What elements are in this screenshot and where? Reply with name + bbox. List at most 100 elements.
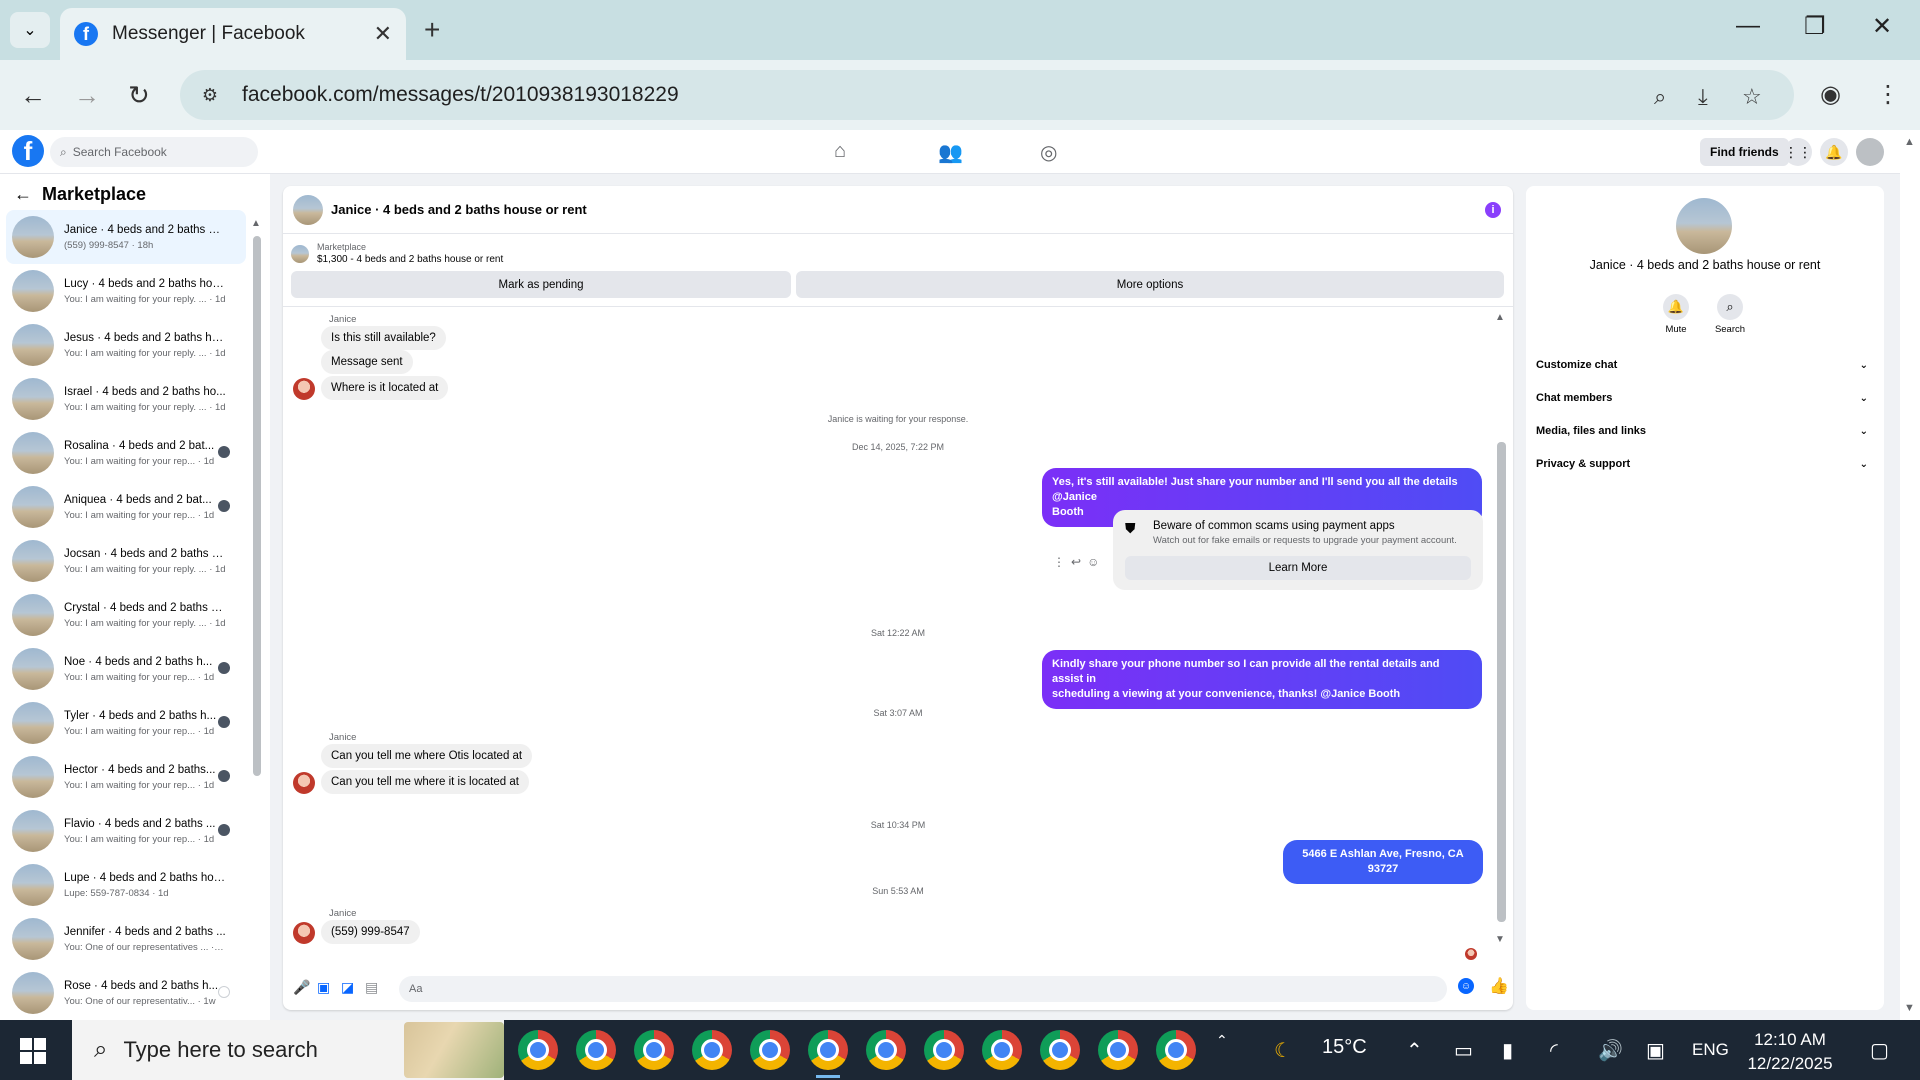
scroll-up-icon[interactable]: ▲ xyxy=(1904,136,1915,148)
windows-start-icon[interactable] xyxy=(20,1038,46,1064)
mark-as-pending-button[interactable]: Mark as pending xyxy=(291,271,791,298)
like-thumbs-up-icon[interactable]: 👍 xyxy=(1489,976,1509,996)
conversation-item[interactable]: Hector · 4 beds and 2 baths... You: I am … xyxy=(6,750,246,804)
conversation-item[interactable]: Jesus · 4 beds and 2 baths ho... You: I a… xyxy=(6,318,246,372)
conversation-item[interactable]: Tyler · 4 beds and 2 baths h... You: I am… xyxy=(6,696,246,750)
forward-icon[interactable]: → xyxy=(74,80,100,111)
zoom-icon[interactable]: ⌕ xyxy=(1654,84,1666,110)
chat-title[interactable]: Janice · 4 beds and 2 baths house or ren… xyxy=(331,202,587,217)
language-indicator[interactable]: ENG xyxy=(1692,1040,1729,1060)
photo-icon[interactable]: ▣ xyxy=(317,979,330,996)
scroll-down-icon[interactable]: ▼ xyxy=(1495,934,1505,945)
info-icon[interactable]: i xyxy=(1485,202,1501,218)
temperature[interactable]: 15°C xyxy=(1322,1036,1367,1059)
conversation-item[interactable]: Flavio · 4 beds and 2 baths ... You: I am… xyxy=(6,804,246,858)
friends-icon[interactable]: 👥 xyxy=(938,140,963,165)
install-app-icon[interactable]: ⤓ xyxy=(1698,84,1708,110)
conversation-item[interactable]: Janice · 4 beds and 2 baths ho... (559) 9… xyxy=(6,210,246,264)
minimize-icon[interactable]: — xyxy=(1736,12,1760,40)
privacy-support-item[interactable]: Privacy & support ⌄ xyxy=(1536,453,1876,475)
reload-icon[interactable]: ↻ xyxy=(128,80,150,111)
outgoing-message[interactable]: Kindly share your phone number so I can … xyxy=(1042,650,1482,709)
chrome-icon[interactable] xyxy=(518,1030,558,1070)
scroll-up-icon[interactable]: ▲ xyxy=(251,218,261,229)
chat-members-item[interactable]: Chat members ⌄ xyxy=(1536,387,1876,409)
page-scrollbar[interactable]: ▲ ▼ xyxy=(1900,130,1920,1020)
listing-info[interactable]: Marketplace $1,300 - 4 beds and 2 baths … xyxy=(291,242,503,265)
new-tab-button[interactable]: + xyxy=(424,14,440,46)
incoming-message[interactable]: (559) 999-8547 xyxy=(321,920,420,944)
react-icon[interactable]: ☺ xyxy=(1087,555,1105,569)
close-window-icon[interactable]: ✕ xyxy=(1872,12,1892,41)
chrome-icon[interactable] xyxy=(750,1030,790,1070)
groups-icon[interactable]: ◎ xyxy=(1040,140,1057,165)
incoming-message[interactable]: Where is it located at xyxy=(321,376,449,400)
weather-moon-icon[interactable]: ☾ xyxy=(1274,1038,1292,1063)
restore-icon[interactable]: ❐ xyxy=(1804,12,1826,41)
conversation-item[interactable]: Jocsan · 4 beds and 2 baths h... You: I a… xyxy=(6,534,246,588)
taskbar-clock[interactable]: 12:10 AM 12/22/2025 xyxy=(1730,1028,1850,1076)
conversation-item[interactable]: Jennifer · 4 beds and 2 baths ... You: On… xyxy=(6,912,246,966)
chrome-icon[interactable] xyxy=(1040,1030,1080,1070)
scroll-down-icon[interactable]: ▼ xyxy=(1904,1002,1915,1014)
chrome-icon[interactable] xyxy=(924,1030,964,1070)
close-tab-icon[interactable]: ✕ xyxy=(374,21,392,47)
conversation-item[interactable]: Rosalina · 4 beds and 2 bat... You: I am … xyxy=(6,426,246,480)
chat-scrollbar[interactable]: ▲ ▼ xyxy=(1495,312,1507,952)
notification-center-icon[interactable]: ▢ xyxy=(1870,1038,1889,1063)
incoming-message[interactable]: Message sent xyxy=(321,350,413,374)
learn-more-button[interactable]: Learn More xyxy=(1125,556,1471,580)
battery-icon[interactable]: ▮ xyxy=(1502,1038,1513,1063)
back-icon[interactable]: ← xyxy=(20,80,46,111)
outgoing-message[interactable]: 5466 E Ashlan Ave, Fresno, CA 93727 xyxy=(1283,840,1483,884)
home-icon[interactable]: ⌂ xyxy=(834,140,846,163)
sender-avatar[interactable] xyxy=(293,922,315,944)
chrome-icon[interactable] xyxy=(634,1030,674,1070)
reply-icon[interactable]: ↩ xyxy=(1071,555,1087,569)
sender-avatar[interactable] xyxy=(293,772,315,794)
media-files-links-item[interactable]: Media, files and links ⌄ xyxy=(1536,420,1876,442)
conversation-item[interactable]: Rose · 4 beds and 2 baths h... You: One o… xyxy=(6,966,246,1020)
microphone-icon[interactable]: 🎤 xyxy=(293,979,310,996)
taskbar-overflow-icon[interactable]: ⌃ xyxy=(1216,1032,1228,1049)
browser-tab[interactable]: f Messenger | Facebook ✕ xyxy=(60,8,406,60)
sidebar-scroll-thumb[interactable] xyxy=(253,236,261,776)
account-avatar[interactable] xyxy=(1856,138,1884,166)
show-hidden-icons-icon[interactable]: ⌃ xyxy=(1406,1038,1423,1063)
conversation-item[interactable]: Aniquea · 4 beds and 2 bat... You: I am w… xyxy=(6,480,246,534)
tab-search-button[interactable]: ⌄ xyxy=(10,12,50,48)
emoji-icon[interactable]: ☺ xyxy=(1458,978,1474,994)
sticker-icon[interactable]: ◪ xyxy=(341,979,354,996)
profile-avatar[interactable] xyxy=(1676,198,1732,254)
bookmark-star-icon[interactable]: ☆ xyxy=(1742,84,1762,110)
screen-icon[interactable]: ▭ xyxy=(1454,1038,1473,1063)
notifications-icon[interactable]: 🔔 xyxy=(1820,138,1848,166)
conversation-item[interactable]: Lucy · 4 beds and 2 baths hou... You: I a… xyxy=(6,264,246,318)
gif-icon[interactable]: ▤ xyxy=(365,979,378,996)
facebook-search-input[interactable]: ⌕ Search Facebook xyxy=(50,137,258,167)
chrome-icon[interactable] xyxy=(692,1030,732,1070)
facebook-logo-icon[interactable]: f xyxy=(12,135,44,167)
incoming-message[interactable]: Can you tell me where Otis located at xyxy=(321,744,533,768)
more-options-button[interactable]: More options xyxy=(796,271,1504,298)
chrome-icon[interactable] xyxy=(866,1030,906,1070)
search-button[interactable]: ⌕ Search xyxy=(1700,294,1760,335)
menu-grid-icon[interactable]: ⋮⋮ xyxy=(1784,138,1812,166)
sidebar-scrollbar[interactable]: ▲ ▼ xyxy=(251,218,263,1053)
chrome-icon[interactable] xyxy=(1098,1030,1138,1070)
more-icon[interactable]: ⋮ xyxy=(1053,555,1071,569)
volume-icon[interactable]: 🔊 xyxy=(1598,1038,1623,1063)
conversation-item[interactable]: Noe · 4 beds and 2 baths h... You: I am w… xyxy=(6,642,246,696)
conversation-item[interactable]: Crystal · 4 beds and 2 baths h... You: I … xyxy=(6,588,246,642)
chrome-icon[interactable] xyxy=(1156,1030,1196,1070)
incoming-message[interactable]: Is this still available? xyxy=(321,326,446,350)
customize-chat-item[interactable]: Customize chat ⌄ xyxy=(1536,354,1876,376)
message-input[interactable]: Aa xyxy=(399,976,1447,1002)
incoming-message[interactable]: Can you tell me where it is located at xyxy=(321,770,529,794)
chrome-icon[interactable] xyxy=(576,1030,616,1070)
camera-icon[interactable]: ▣ xyxy=(1646,1038,1665,1063)
sender-avatar[interactable] xyxy=(293,378,315,400)
scroll-up-icon[interactable]: ▲ xyxy=(1495,312,1505,323)
chrome-icon[interactable] xyxy=(808,1030,848,1078)
wifi-icon[interactable]: ◜ xyxy=(1550,1038,1558,1063)
